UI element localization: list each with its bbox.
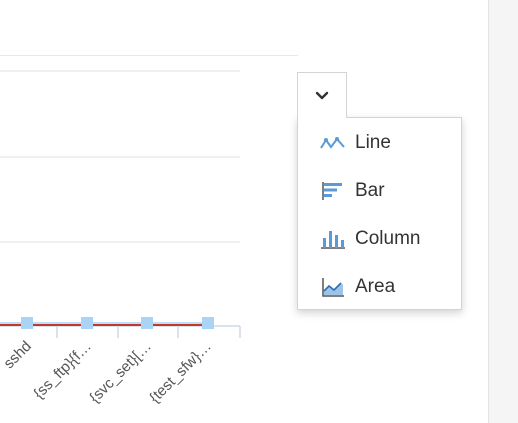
data-point[interactable] (202, 317, 214, 329)
menu-item-label: Area (355, 276, 396, 297)
line-chart: sshd {ss_ftp}{f… {svc_set}[… {test_sfw}… (0, 0, 300, 423)
menu-item-line[interactable]: Line (298, 121, 461, 165)
chevron-down-icon (315, 91, 329, 99)
menu-item-label: Line (355, 132, 391, 153)
menu-item-label: Column (355, 228, 421, 249)
data-point[interactable] (141, 317, 153, 329)
x-axis-label: sshd (0, 338, 34, 372)
side-panel-edge (488, 0, 518, 423)
x-axis-label: {ss_ftp}{f… (30, 338, 95, 403)
area-chart-icon (322, 278, 344, 297)
x-axis-label: {svc_set}[… (86, 338, 155, 407)
menu-item-column[interactable]: Column (298, 217, 461, 261)
menu-item-bar[interactable]: Bar (298, 169, 461, 213)
menu-item-label: Bar (355, 180, 385, 201)
menu-item-area[interactable]: Area (298, 265, 461, 309)
column-chart-icon (321, 231, 345, 249)
chart-canvas: sshd{ss_ftp}{f…{svc_set}[…{test_sfw}… (0, 70, 241, 407)
bar-chart-icon (322, 182, 342, 200)
x-axis-label: {test_sfw}… (146, 338, 215, 407)
data-point[interactable] (81, 317, 93, 329)
data-point[interactable] (21, 317, 33, 329)
chart-type-menu: Line Bar Column Area (297, 117, 462, 310)
line-chart-icon (320, 137, 345, 149)
chart-type-toggle-button[interactable] (297, 72, 347, 118)
